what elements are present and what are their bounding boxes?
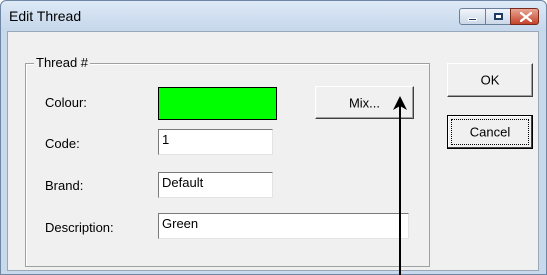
window-title: Edit Thread <box>9 8 82 24</box>
description-label: Description: <box>45 220 114 235</box>
ok-button-label: OK <box>480 72 500 88</box>
cancel-button-label: Cancel <box>469 124 511 140</box>
minimize-button[interactable] <box>459 8 486 25</box>
close-icon <box>520 12 532 22</box>
code-label: Code: <box>45 136 80 151</box>
title-bar[interactable]: Edit Thread <box>1 1 546 31</box>
colour-label: Colour: <box>45 95 87 110</box>
maximize-button[interactable] <box>485 8 511 25</box>
description-field[interactable]: Green <box>158 213 409 239</box>
brand-field[interactable]: Default <box>158 172 273 198</box>
brand-label: Brand: <box>45 178 84 193</box>
colour-swatch <box>158 87 277 120</box>
arrow-cursor-icon <box>393 96 407 275</box>
thread-group-label: Thread # <box>34 55 91 70</box>
close-button[interactable] <box>510 8 539 25</box>
ok-button[interactable]: OK <box>447 63 533 97</box>
cancel-button[interactable]: Cancel <box>447 115 533 149</box>
code-field[interactable]: 1 <box>158 129 273 155</box>
